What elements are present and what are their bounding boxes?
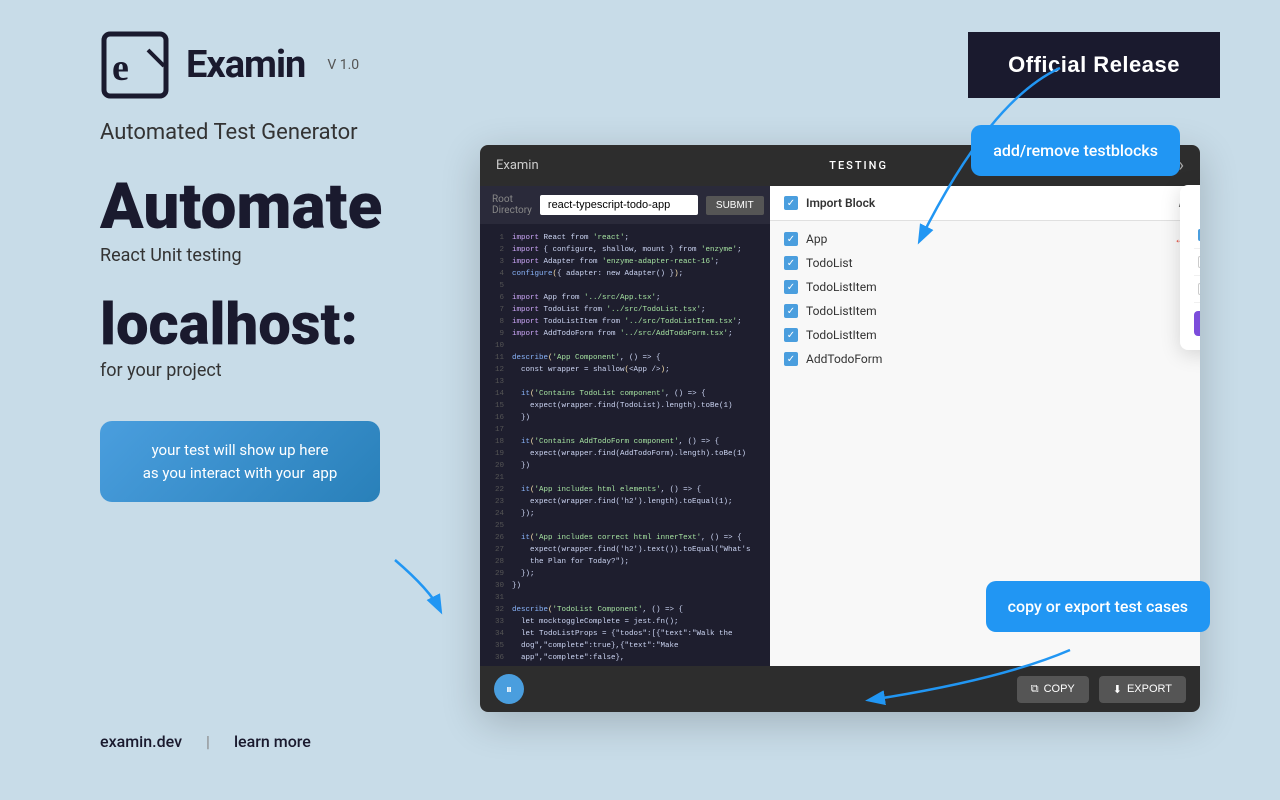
callout-export: copy or export test cases bbox=[986, 581, 1210, 632]
page-footer: examin.dev | learn more bbox=[0, 712, 1280, 771]
addtodoform-checkbox[interactable]: ✓ bbox=[784, 352, 798, 366]
root-dir-label: Root Directory bbox=[492, 194, 532, 216]
version-badge: V 1.0 bbox=[327, 57, 359, 73]
code-panel: Root Directory SUBMIT 1import React from… bbox=[480, 186, 770, 666]
tooltip-text: your test will show up hereas you intera… bbox=[143, 441, 338, 482]
logo-icon: e bbox=[100, 30, 170, 100]
export-label: EXPORT bbox=[1127, 683, 1172, 695]
list-item: ✓ AddTodoForm bbox=[770, 347, 1200, 371]
official-release-button[interactable]: Official Release bbox=[968, 32, 1220, 98]
todolistitem1-label: TodoListItem bbox=[806, 280, 877, 294]
export-icon: ⬇ bbox=[1113, 683, 1122, 696]
headline-localhost: localhost: bbox=[100, 296, 440, 354]
play-pause-button[interactable]: ⏸ bbox=[494, 674, 524, 704]
todo-item-3: test 🗑 bbox=[1194, 276, 1200, 303]
list-item: ✓ TodoListItem bbox=[770, 323, 1200, 347]
headline-automate-sub: React Unit testing bbox=[100, 245, 440, 266]
left-panel: Automate React Unit testing localhost: f… bbox=[60, 155, 480, 712]
pause-icon: ⏸ bbox=[506, 682, 512, 697]
list-item: ✓ TodoListItem bbox=[770, 275, 1200, 299]
todo-checkbox-1[interactable] bbox=[1198, 229, 1200, 241]
svg-text:e: e bbox=[112, 47, 129, 89]
tooltip-bubble: your test will show up hereas you intera… bbox=[100, 421, 380, 502]
mockup-container: add/remove testblocks copy or export tes… bbox=[480, 145, 1240, 712]
todolist-checkbox[interactable]: ✓ bbox=[784, 256, 798, 270]
headline-automate: Automate bbox=[100, 175, 440, 239]
header: e Examin V 1.0 Official Release bbox=[0, 0, 1280, 120]
copy-icon: ⧉ bbox=[1031, 683, 1039, 696]
todolistitem2-label: TodoListItem bbox=[806, 304, 877, 318]
copy-button[interactable]: ⧉ COPY bbox=[1017, 676, 1089, 703]
root-dir-bar: Root Directory SUBMIT bbox=[480, 186, 770, 224]
mockup-topbar-center: TESTING bbox=[829, 159, 888, 172]
mockup-footer: ⏸ ⧉ COPY ⬇ EXPORT bbox=[480, 666, 1200, 712]
todolistitem3-checkbox[interactable]: ✓ bbox=[784, 328, 798, 342]
export-button[interactable]: ⬇ EXPORT bbox=[1099, 676, 1186, 703]
import-block-header: ✓ Import Block ∧ bbox=[770, 186, 1200, 221]
todolistitem2-checkbox[interactable]: ✓ bbox=[784, 304, 798, 318]
todo-title: What's the Plan for Today? bbox=[1194, 199, 1200, 212]
todo-item-2: Make app 🗑 bbox=[1194, 249, 1200, 276]
todolist-label: TodoList bbox=[806, 256, 853, 270]
logo-area: e Examin V 1.0 bbox=[100, 30, 359, 100]
mockup-topbar-left: Examin bbox=[496, 158, 539, 173]
callout-testblocks: add/remove testblocks bbox=[971, 125, 1180, 176]
import-block-checkbox[interactable]: ✓ bbox=[784, 196, 798, 210]
learn-more-link[interactable]: learn more bbox=[234, 732, 311, 751]
logo-text: Examin bbox=[186, 43, 305, 87]
list-item: ✓ App ← bbox=[770, 227, 1200, 251]
todo-item-1: Walk the dog 🗑 bbox=[1194, 222, 1200, 249]
list-item: ✓ TodoListItem bbox=[770, 299, 1200, 323]
todolistitem1-checkbox[interactable]: ✓ bbox=[784, 280, 798, 294]
add-todo-button[interactable]: Add Todo bbox=[1194, 311, 1200, 336]
headline-project: for your project bbox=[100, 360, 440, 381]
submit-button[interactable]: SUBMIT bbox=[706, 196, 764, 215]
todo-checkbox-2[interactable] bbox=[1198, 256, 1200, 268]
footer-divider: | bbox=[206, 732, 210, 751]
todo-mockup: What's the Plan for Today? Walk the dog … bbox=[1180, 185, 1200, 350]
todo-checkbox-3[interactable] bbox=[1198, 283, 1200, 295]
root-dir-input[interactable] bbox=[540, 195, 698, 215]
main-content: Automate React Unit testing localhost: f… bbox=[0, 155, 1280, 712]
copy-label: COPY bbox=[1044, 683, 1075, 695]
addtodoform-label: AddTodoForm bbox=[806, 352, 882, 366]
import-block-row: ✓ Import Block bbox=[784, 196, 875, 210]
todolistitem3-label: TodoListItem bbox=[806, 328, 877, 342]
app-label: App bbox=[806, 232, 827, 246]
site-link[interactable]: examin.dev bbox=[100, 732, 182, 751]
app-checkbox[interactable]: ✓ bbox=[784, 232, 798, 246]
list-item: ✓ TodoList bbox=[770, 251, 1200, 275]
import-block-label: Import Block bbox=[806, 196, 875, 210]
code-area: 1import React from 'react'; 2import { co… bbox=[480, 224, 770, 664]
